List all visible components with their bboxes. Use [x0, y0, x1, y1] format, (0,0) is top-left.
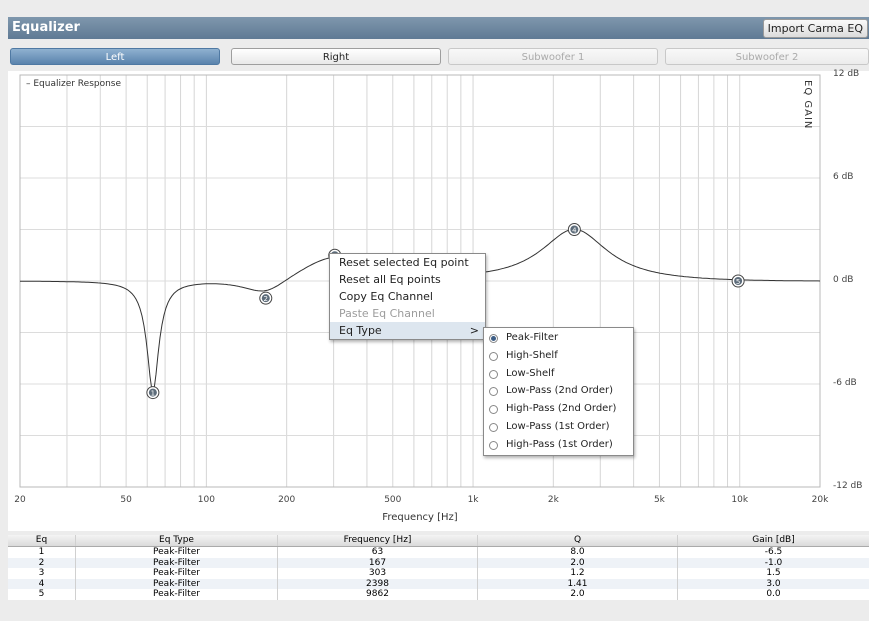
option-label: High-Pass (1st Order)	[506, 438, 613, 450]
cell-eq-type[interactable]: Peak-Filter	[76, 557, 278, 568]
radio-icon	[489, 405, 498, 415]
y-tick-label: -12 dB	[833, 481, 863, 491]
y-tick-label: 6 dB	[833, 172, 854, 182]
col-frequency[interactable]: Frequency [Hz]	[278, 535, 478, 546]
col-eq[interactable]: Eq	[8, 535, 76, 546]
cell-q[interactable]: 1.2	[478, 568, 678, 579]
x-tick-label: 50	[120, 495, 132, 505]
x-tick-label: 200	[278, 495, 296, 505]
cell-eq-type[interactable]: Peak-Filter	[76, 568, 278, 579]
radio-icon	[489, 422, 498, 432]
option-high-shelf[interactable]: High-Shelf	[484, 347, 633, 365]
option-label: Low-Pass (2nd Order)	[506, 385, 614, 397]
menu-copy-eq-channel[interactable]: Copy Eq Channel	[330, 288, 485, 305]
cell-q[interactable]: 1.41	[478, 578, 678, 589]
y-tick-label: 12 dB	[833, 69, 860, 79]
cell-eq[interactable]: 3	[8, 568, 76, 579]
x-axis-title: Frequency [Hz]	[382, 512, 458, 523]
context-menu: Reset selected Eq point Reset all Eq poi…	[329, 253, 486, 340]
menu-eq-type[interactable]: Eq Type >	[330, 322, 485, 339]
col-q[interactable]: Q	[478, 535, 678, 546]
eq-point-handle[interactable]: 1	[146, 386, 160, 400]
menu-paste-eq-channel[interactable]: Paste Eq Channel	[330, 305, 485, 322]
cell-gain[interactable]: 3.0	[678, 579, 869, 590]
cell-eq[interactable]: 1	[8, 547, 76, 558]
menu-label: Copy Eq Channel	[339, 290, 433, 303]
table-header: Eq Eq Type Frequency [Hz] Q Gain [dB]	[8, 535, 869, 547]
radio-icon	[489, 351, 498, 361]
cell-q[interactable]: 2.0	[478, 557, 678, 568]
option-low-pass-2nd-order[interactable]: Low-Pass (2nd Order)	[484, 382, 633, 400]
cell-eq[interactable]: 4	[8, 578, 76, 589]
eq-point-label: 1	[151, 390, 155, 398]
cell-frequency[interactable]: 63	[278, 547, 478, 558]
table-row[interactable]: 5 Peak-Filter 9862 2.0 0.0	[8, 589, 869, 600]
y-axis-label: EQ GAIN	[802, 80, 813, 130]
table-row[interactable]: 3 Peak-Filter 303 1.2 1.5	[8, 568, 869, 579]
cell-frequency[interactable]: 167	[278, 557, 478, 568]
option-label: High-Shelf	[506, 349, 558, 361]
cell-gain[interactable]: 0.0	[678, 589, 869, 600]
x-tick-label: 100	[197, 495, 215, 505]
eq-point-handle[interactable]: 4	[567, 223, 581, 236]
menu-reset-selected-eq-point[interactable]: Reset selected Eq point	[330, 254, 485, 271]
table-row[interactable]: 1 Peak-Filter 63 8.0 -6.5	[8, 547, 869, 558]
cell-q[interactable]: 2.0	[478, 589, 678, 600]
x-tick-label: 20	[14, 495, 26, 505]
cell-eq[interactable]: 2	[8, 557, 76, 568]
cell-eq-type[interactable]: Peak-Filter	[76, 589, 278, 600]
y-tick-label: 0 dB	[833, 275, 854, 285]
y-tick-label: -6 dB	[833, 378, 857, 388]
radio-icon	[489, 440, 498, 450]
cell-eq-type[interactable]: Peak-Filter	[76, 547, 278, 558]
cell-frequency[interactable]: 303	[278, 568, 478, 579]
option-label: Low-Pass (1st Order)	[506, 420, 610, 432]
eq-point-label: 4	[572, 227, 577, 235]
eq-point-label: 2	[264, 295, 268, 303]
col-gain[interactable]: Gain [dB]	[678, 535, 869, 546]
cell-q[interactable]: 8.0	[478, 547, 678, 558]
equalizer-window: Equalizer Import Carma EQ Left Right Sub…	[0, 0, 869, 621]
cell-gain[interactable]: 1.5	[678, 568, 869, 579]
cell-eq-type[interactable]: Peak-Filter	[76, 578, 278, 589]
menu-label: Reset selected Eq point	[339, 256, 469, 269]
cell-frequency[interactable]: 9862	[278, 589, 478, 600]
legend-equalizer-response: – Equalizer Response	[26, 79, 122, 89]
option-label: Low-Shelf	[506, 367, 555, 379]
table-row[interactable]: 4 Peak-Filter 2398 1.41 3.0	[8, 578, 869, 590]
menu-label: Reset all Eq points	[339, 273, 441, 286]
eq-point-label: 5	[736, 278, 740, 286]
eq-point-handle[interactable]: 5	[731, 274, 745, 288]
radio-icon	[489, 387, 498, 397]
option-peak-filter[interactable]: Peak-Filter	[484, 329, 633, 347]
option-label: Peak-Filter	[506, 332, 559, 343]
option-low-pass-1st-order[interactable]: Low-Pass (1st Order)	[484, 418, 633, 436]
col-eq-type[interactable]: Eq Type	[76, 535, 278, 546]
menu-label: Paste Eq Channel	[339, 307, 435, 320]
option-high-pass-1st-order[interactable]: High-Pass (1st Order)	[484, 436, 633, 454]
menu-label: Eq Type	[339, 324, 382, 337]
x-tick-label: 5k	[653, 495, 665, 505]
eq-point-handle[interactable]: 2	[259, 291, 273, 305]
x-tick-label: 1k	[467, 495, 479, 505]
x-tick-label: 20k	[811, 495, 829, 505]
x-tick-label: 2k	[547, 495, 559, 505]
menu-reset-all-eq-points[interactable]: Reset all Eq points	[330, 271, 485, 288]
eq-type-submenu: Peak-Filter High-Shelf Low-Shelf Low-Pas…	[483, 327, 634, 456]
eq-table: Eq Eq Type Frequency [Hz] Q Gain [dB] 1 …	[8, 535, 869, 600]
cell-eq[interactable]: 5	[8, 589, 76, 600]
cell-gain[interactable]: -6.5	[678, 547, 869, 558]
option-label: High-Pass (2nd Order)	[506, 403, 617, 415]
radio-icon	[489, 369, 498, 379]
submenu-arrow-icon: >	[469, 324, 479, 337]
cell-gain[interactable]: -1.0	[678, 558, 869, 569]
table-row[interactable]: 2 Peak-Filter 167 2.0 -1.0	[8, 557, 869, 569]
x-tick-label: 10k	[731, 495, 749, 505]
x-tick-label: 500	[384, 495, 402, 505]
radio-selected-icon	[489, 334, 498, 343]
option-low-shelf[interactable]: Low-Shelf	[484, 365, 633, 383]
option-high-pass-2nd-order[interactable]: High-Pass (2nd Order)	[484, 400, 633, 418]
cell-frequency[interactable]: 2398	[278, 578, 478, 589]
